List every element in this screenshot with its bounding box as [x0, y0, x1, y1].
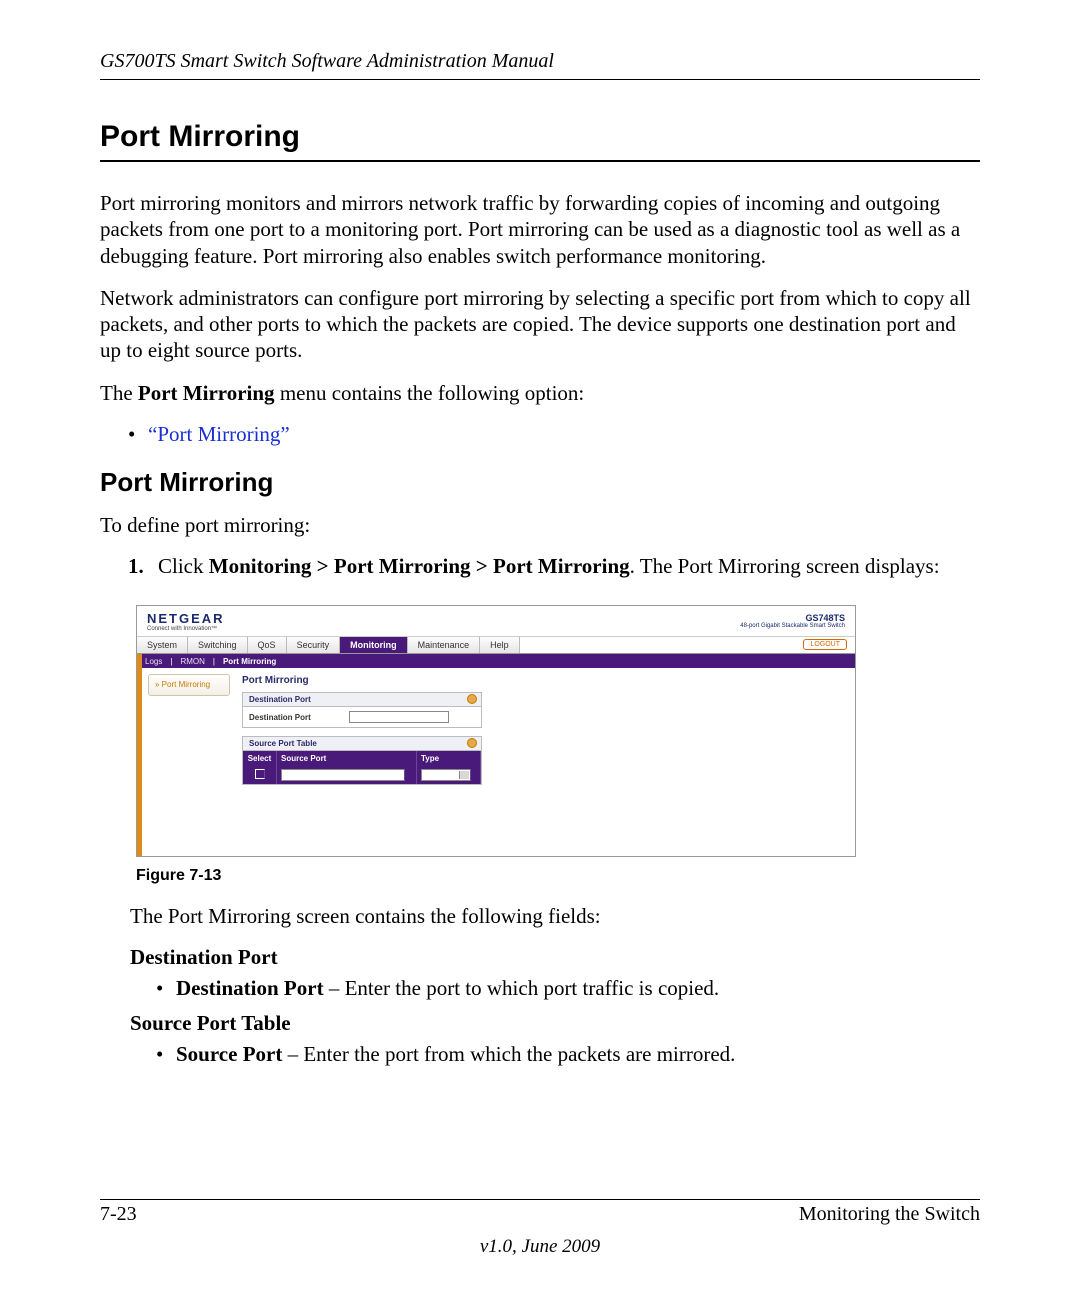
dest-port-bullet-bold: Destination Port: [176, 976, 324, 1000]
after-figure-p: The Port Mirroring screen contains the f…: [130, 903, 980, 929]
dest-port-label: Destination Port: [249, 713, 349, 722]
step-number: 1.: [128, 554, 158, 579]
bullet-icon: •: [156, 1042, 176, 1067]
source-port-input[interactable]: [281, 769, 405, 781]
p3-bold: Port Mirroring: [138, 381, 275, 405]
p3-suffix: menu contains the following option:: [275, 381, 585, 405]
dest-port-input[interactable]: [349, 711, 449, 723]
subtab-rmon[interactable]: RMON: [180, 657, 204, 666]
sidebar-item-port-mirroring[interactable]: » Port Mirroring: [148, 674, 230, 696]
main-tabs: System Switching QoS Security Monitoring…: [137, 636, 855, 654]
help-icon[interactable]: [467, 694, 477, 704]
section-heading: Port Mirroring: [100, 120, 980, 162]
tab-switching[interactable]: Switching: [188, 637, 248, 653]
subsection-heading: Port Mirroring: [100, 467, 980, 498]
source-port-table-box: Source Port Table Select Source Port Typ…: [242, 736, 482, 785]
doc-version: v1.0, June 2009: [0, 1236, 1080, 1258]
paragraph-2: Network administrators can configure por…: [100, 285, 980, 364]
subtab-logs[interactable]: Logs: [145, 657, 162, 666]
subsection-intro: To define port mirroring:: [100, 512, 980, 538]
th-source-port: Source Port: [277, 751, 417, 766]
paragraph-3: The Port Mirroring menu contains the fol…: [100, 380, 980, 406]
page-number: 7-23: [100, 1203, 137, 1226]
type-dropdown[interactable]: [421, 769, 471, 781]
p3-prefix: The: [100, 381, 138, 405]
subtab-sep: |: [213, 657, 215, 666]
tab-help[interactable]: Help: [480, 637, 520, 653]
destination-port-box: Destination Port Destination Port: [242, 692, 482, 728]
tab-maintenance[interactable]: Maintenance: [408, 637, 481, 653]
subtab-sep: |: [170, 657, 172, 666]
th-type: Type: [417, 751, 481, 766]
tab-qos[interactable]: QoS: [248, 637, 287, 653]
bullet-icon: •: [156, 976, 176, 1001]
panel-title: Port Mirroring: [242, 675, 309, 686]
subtab-port-mirroring[interactable]: Port Mirroring: [223, 657, 276, 666]
src-port-bullet: Source Port – Enter the port from which …: [176, 1042, 735, 1067]
src-port-heading: Source Port Table: [130, 1011, 980, 1036]
src-box-header-text: Source Port Table: [249, 739, 317, 748]
logout-button[interactable]: LOGOUT: [803, 639, 847, 650]
dest-box-header: Destination Port: [243, 693, 481, 707]
step1-bold: Monitoring > Port Mirroring > Port Mirro…: [209, 554, 630, 578]
footer-rule: [100, 1199, 980, 1200]
step-1-text: Click Monitoring > Port Mirroring > Port…: [158, 554, 940, 579]
src-port-bullet-rest: – Enter the port from which the packets …: [282, 1042, 735, 1066]
tab-monitoring[interactable]: Monitoring: [340, 637, 408, 653]
src-port-bullet-bold: Source Port: [176, 1042, 282, 1066]
step1-suffix: . The Port Mirroring screen displays:: [630, 554, 940, 578]
figure-screenshot: NETGEAR Connect with Innovation™ GS748TS…: [136, 605, 980, 857]
help-icon[interactable]: [467, 738, 477, 748]
bullet-icon: •: [128, 422, 148, 447]
dest-port-heading: Destination Port: [130, 945, 980, 970]
row-checkbox[interactable]: [255, 769, 265, 779]
tab-security[interactable]: Security: [287, 637, 341, 653]
netgear-tagline: Connect with Innovation™: [147, 626, 225, 632]
manual-header: GS700TS Smart Switch Software Administra…: [100, 50, 980, 80]
src-box-header: Source Port Table: [243, 737, 481, 751]
model-label: GS748TS: [740, 613, 845, 623]
model-sub: 48-port Gigabit Stackable Smart Switch: [740, 623, 845, 629]
figure-caption: Figure 7-13: [136, 867, 980, 885]
paragraph-1: Port mirroring monitors and mirrors netw…: [100, 190, 980, 269]
dest-port-bullet-rest: – Enter the port to which port traffic i…: [324, 976, 720, 1000]
dest-port-bullet: Destination Port – Enter the port to whi…: [176, 976, 719, 1001]
chapter-name: Monitoring the Switch: [799, 1203, 980, 1226]
step1-prefix: Click: [158, 554, 209, 578]
th-select: Select: [243, 751, 277, 766]
tab-system[interactable]: System: [137, 637, 188, 653]
link-port-mirroring[interactable]: “Port Mirroring”: [148, 422, 290, 447]
netgear-logo: NETGEAR: [147, 611, 225, 626]
dest-box-header-text: Destination Port: [249, 695, 311, 704]
